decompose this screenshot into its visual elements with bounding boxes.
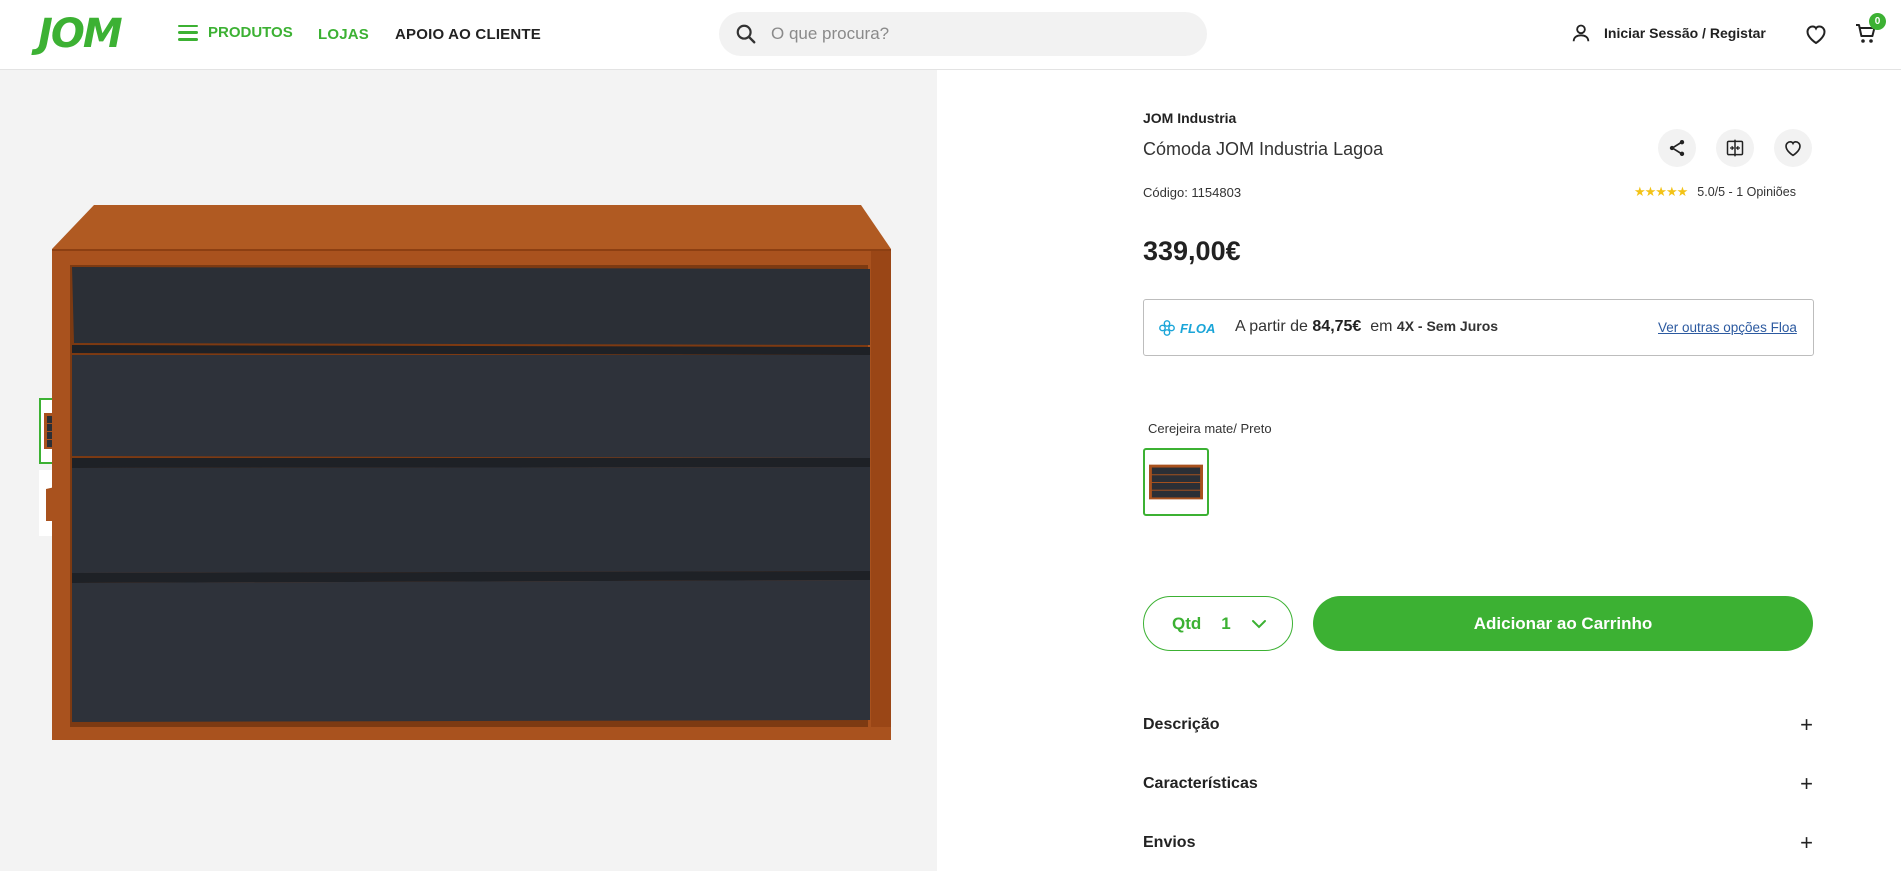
product-brand[interactable]: JOM Industria: [1143, 110, 1236, 126]
accordion-characteristics[interactable]: Características +: [1143, 769, 1813, 799]
accordion-shipping[interactable]: Envios +: [1143, 828, 1813, 858]
accordion-label: Características: [1143, 775, 1258, 792]
search-bar: [719, 12, 1207, 56]
nav-support-link[interactable]: APOIO AO CLIENTE: [395, 26, 541, 43]
product-code: Código: 1154803: [1143, 185, 1242, 200]
products-menu-label: PRODUTOS: [208, 24, 293, 41]
product-title: Cómoda JOM Industria Lagoa: [1143, 139, 1384, 159]
plus-icon: +: [1800, 771, 1813, 796]
quantity-value: 1: [1221, 613, 1231, 633]
search-icon[interactable]: [735, 23, 757, 45]
product-rating[interactable]: ★★★★★ 5.0/5 - 1 Opiniões: [1634, 184, 1796, 200]
floa-installments: 4X - Sem Juros: [1396, 318, 1499, 334]
nav-stores-link[interactable]: LOJAS: [318, 26, 369, 43]
quantity-label: Qtd: [1172, 613, 1202, 633]
jom-logo[interactable]: JOM: [38, 14, 123, 54]
add-to-cart-button[interactable]: Adicionar ao Carrinho: [1313, 596, 1813, 651]
product-price: 339,00€: [1143, 236, 1241, 266]
floa-prefix: A partir de: [1235, 318, 1308, 335]
quantity-select[interactable]: Qtd 1: [1143, 596, 1293, 651]
plus-icon: +: [1800, 830, 1813, 855]
floa-options-link[interactable]: Ver outras opções Floa: [1658, 320, 1797, 335]
cart-count-badge: 0: [1869, 13, 1886, 30]
plus-icon: +: [1800, 712, 1813, 737]
search-input[interactable]: [771, 24, 1171, 44]
share-icon: [1669, 140, 1685, 156]
accordion-label: Envios: [1143, 834, 1196, 851]
variant-label: Cerejeira mate/ Preto: [1148, 421, 1272, 436]
rating-stars-icon: ★★★★★: [1634, 184, 1688, 199]
rating-text: 5.0/5 - 1 Opiniões: [1697, 185, 1796, 199]
products-menu-button[interactable]: PRODUTOS: [178, 24, 293, 41]
heart-icon: [1785, 141, 1801, 157]
floa-amount: 84,75€: [1312, 318, 1362, 335]
accordion-label: Descrição: [1143, 716, 1220, 733]
main-product-image[interactable]: [52, 205, 892, 740]
variant-swatch-selected[interactable]: [1143, 448, 1209, 516]
variant-swatch-image: [1149, 464, 1203, 500]
floa-middle: em: [1370, 318, 1393, 335]
chevron-down-icon: [1251, 619, 1266, 628]
floa-flower-icon: [1159, 320, 1175, 336]
site-header: JOM PRODUTOS LOJAS APOIO AO CLIENTE Inic…: [0, 0, 1901, 70]
floa-logo-text: FLOA: [1180, 320, 1216, 336]
wishlist-button[interactable]: [1802, 20, 1830, 48]
floa-financing-box: FLOA A partir de 84,75€ em 4X - Sem Juro…: [1143, 299, 1814, 356]
compare-icon: [1726, 139, 1744, 157]
hamburger-icon: [178, 24, 198, 41]
accordion-description[interactable]: Descrição +: [1143, 710, 1813, 740]
floa-logo: FLOA: [1158, 319, 1215, 337]
add-to-wishlist-button[interactable]: [1774, 129, 1812, 167]
compare-button[interactable]: [1716, 129, 1754, 167]
floa-offer-text: A partir de 84,75€ em 4X - Sem Juros: [1235, 318, 1498, 336]
share-button[interactable]: [1658, 129, 1696, 167]
user-icon: [1572, 24, 1590, 42]
login-register-link[interactable]: Iniciar Sessão / Registar: [1570, 22, 1766, 44]
heart-icon: [1806, 25, 1826, 45]
login-label: Iniciar Sessão / Registar: [1604, 25, 1766, 41]
product-gallery: [0, 70, 937, 871]
